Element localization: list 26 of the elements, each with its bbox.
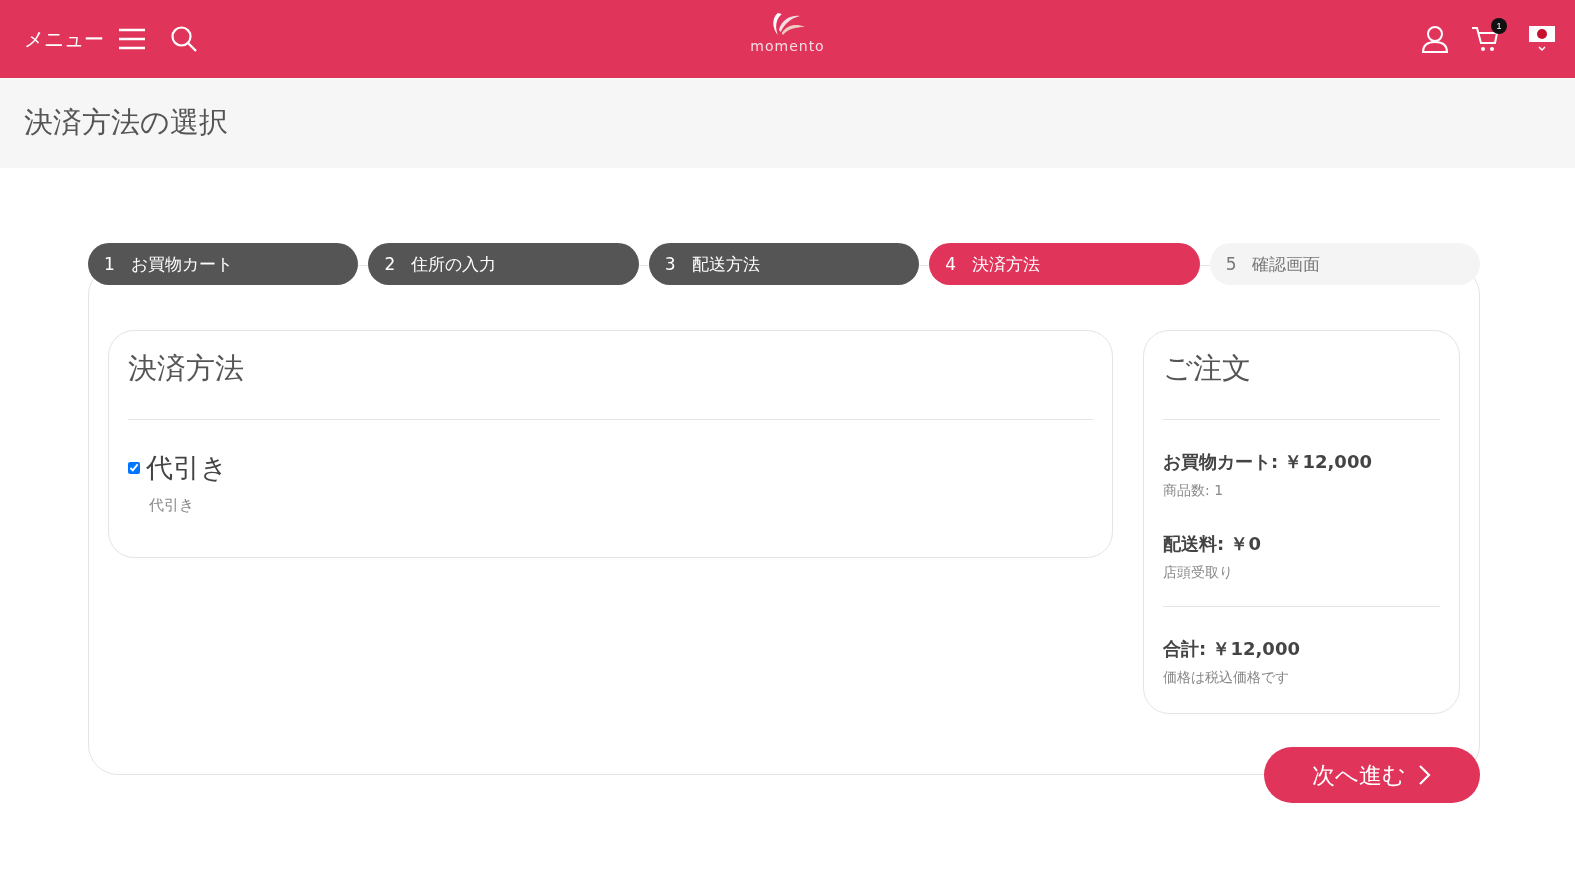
user-icon[interactable] bbox=[1421, 25, 1449, 53]
page-title: 決済方法の選択 bbox=[24, 104, 228, 141]
logo-text: momento bbox=[750, 38, 825, 54]
japan-flag-icon[interactable] bbox=[1529, 26, 1555, 52]
order-line: 配送料: ￥0 bbox=[1163, 532, 1262, 556]
step-tab[interactable]: 1 お買物カート bbox=[88, 243, 359, 285]
payment-option-description: 代引き bbox=[149, 496, 195, 515]
menu-button[interactable]: メニュー bbox=[24, 25, 104, 53]
order-line: お買物カート: ￥12,000 bbox=[1163, 450, 1373, 474]
payment-checkbox[interactable] bbox=[128, 462, 140, 474]
payment-option-label: 代引き bbox=[146, 451, 228, 485]
step-tab[interactable]: 2 住所の入力 bbox=[368, 243, 639, 285]
panel-title: 決済方法 bbox=[128, 350, 245, 387]
next-button[interactable]: 次へ進む bbox=[1264, 747, 1480, 803]
chevron-right-icon bbox=[1418, 764, 1432, 786]
order-note: 店頭受取り bbox=[1163, 564, 1234, 582]
order-note: 価格は税込価格です bbox=[1163, 669, 1290, 687]
step-tab[interactable]: 3 配送方法 bbox=[648, 243, 920, 285]
cart-count-badge: 1 bbox=[1491, 18, 1507, 34]
menu-icon[interactable] bbox=[118, 27, 146, 51]
step-tab[interactable]: 4 決済方法 bbox=[929, 243, 1200, 285]
step-tab[interactable]: 5 確認画面 bbox=[1209, 243, 1481, 285]
order-total: 合計: ￥12,000 bbox=[1163, 637, 1301, 661]
panel-title: ご注文 bbox=[1163, 350, 1252, 387]
order-note: 商品数: 1 bbox=[1163, 482, 1225, 500]
search-icon[interactable] bbox=[170, 25, 198, 53]
